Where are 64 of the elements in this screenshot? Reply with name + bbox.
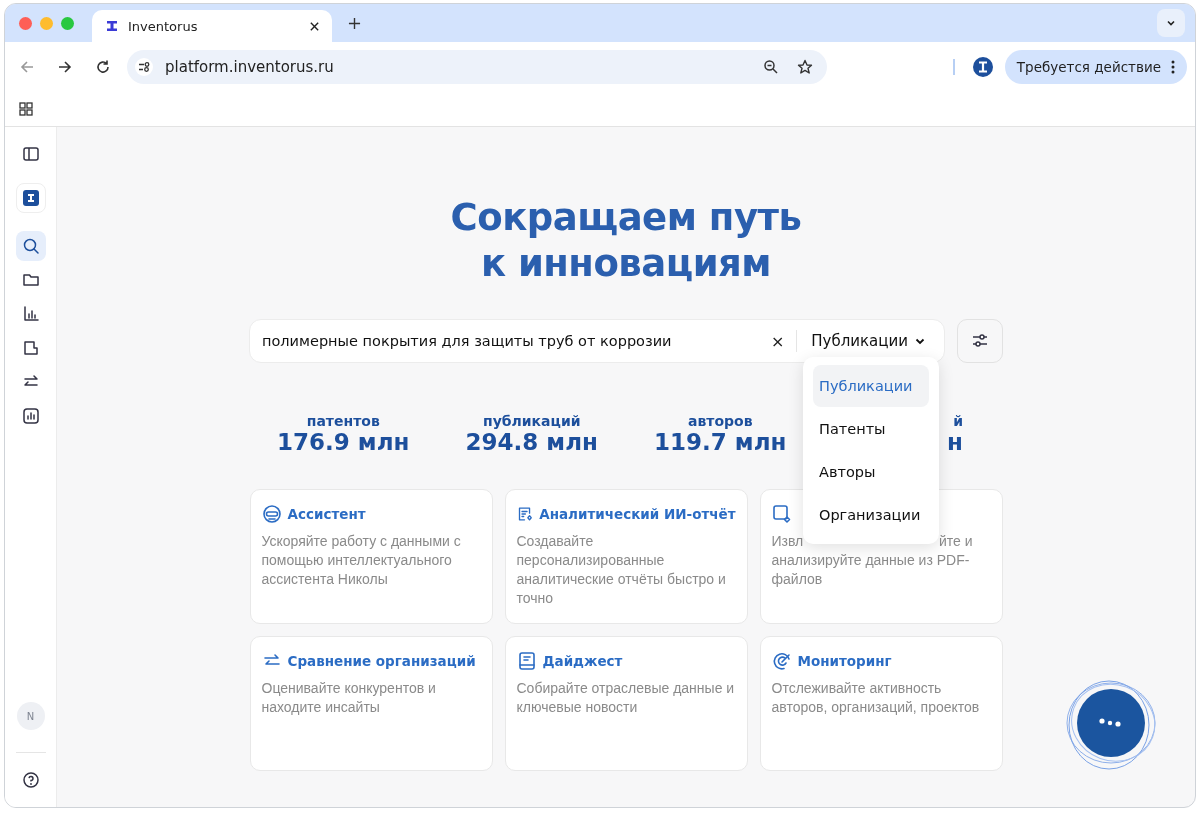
scope-dropdown[interactable]: Публикации — [803, 328, 934, 354]
book-icon — [516, 651, 537, 671]
card-description: Оценивайте конкурентов и находите инсайты — [261, 679, 437, 717]
stat-value: 176.9 млн — [277, 429, 410, 455]
back-icon[interactable] — [19, 59, 35, 75]
card-title: Сравнение организаций — [287, 653, 476, 669]
chart-square-icon — [21, 407, 40, 425]
sliders-icon — [971, 332, 989, 350]
app-logo-icon[interactable] — [15, 183, 46, 213]
stat-value: 294.8 млн — [465, 429, 598, 455]
document-list-icon — [516, 504, 534, 524]
stat-label: публикаций — [482, 413, 581, 429]
feature-card[interactable]: Дайджест Собирайте отраслевые данные и ключевые новости — [504, 636, 748, 771]
hero-title: к инновациям — [480, 241, 772, 287]
apps-grid-icon[interactable] — [19, 102, 33, 116]
new-tab-icon[interactable] — [348, 16, 361, 30]
document-icon — [21, 339, 40, 357]
reload-icon[interactable] — [95, 59, 111, 75]
menu-item[interactable]: Организации — [813, 494, 929, 536]
sidebar-toggle-icon[interactable] — [21, 145, 40, 163]
site-settings-icon[interactable] — [135, 58, 153, 76]
stat-value: н — [947, 429, 963, 455]
bar-chart-icon — [21, 305, 40, 323]
close-icon[interactable] — [309, 20, 320, 32]
card-title: Мониторинг — [797, 653, 892, 669]
search-field[interactable]: полимерные покрытия для защиты труб от коррозии × Публикации — [249, 319, 945, 363]
filter-button[interactable] — [957, 319, 1003, 363]
stat-label: патентов — [306, 413, 380, 429]
stat-label: авторов — [687, 413, 753, 429]
url-text: platform.inventorus.ru — [165, 58, 334, 76]
card-description: йте и — [938, 532, 973, 551]
feature-card[interactable]: Мониторинг Отслеживайте активность авторов, организаций, проектов — [759, 636, 1003, 771]
hero-title: Сокращаем путь — [450, 195, 802, 241]
card-description: Собирайте отраслевые данные и ключевые новости — [516, 679, 736, 717]
bookmark-star-icon[interactable] — [797, 59, 813, 75]
site-logo-icon — [104, 18, 120, 34]
card-description: Создавайте персонализированные аналитические отчёты быстро и точно — [516, 532, 727, 608]
forward-icon[interactable] — [57, 59, 73, 75]
zoom-icon[interactable] — [763, 59, 779, 75]
feature-card[interactable]: Сравнение организаций Оценивайте конкурентов и находите инсайты — [249, 636, 493, 771]
tab-title: Inventorus — [128, 18, 199, 34]
search-icon — [21, 237, 40, 255]
menu-item[interactable]: Патенты — [813, 408, 929, 450]
card-description: Отслеживайте активность авторов, организаций, проектов — [771, 679, 981, 717]
card-description: Извл — [771, 532, 804, 551]
clear-button[interactable]: × — [770, 331, 785, 351]
browser-tab[interactable]: Inventorus — [92, 10, 332, 42]
card-title: Дайджест — [542, 653, 623, 669]
feature-card[interactable]: Ассистент Ускоряйте работу с данными с помощью интеллектуального ассистента Николы — [249, 489, 493, 624]
card-title: Аналитический ИИ-отчёт — [539, 506, 736, 522]
stat-value: 119.7 млн — [654, 429, 787, 455]
card-description: анализируйте данные из PDF-файлов — [771, 551, 971, 589]
more-icon — [1171, 60, 1175, 74]
help-icon[interactable] — [21, 771, 40, 789]
folder-icon — [21, 271, 40, 289]
nav-button[interactable] — [15, 231, 46, 261]
address-bar[interactable]: platform.inventorus.ru — [127, 50, 827, 84]
feature-card[interactable]: Аналитический ИИ-отчёт Создавайте персонализированные аналитические отчёты быстро и точно — [504, 489, 748, 624]
extension-logo-icon[interactable] — [972, 57, 993, 77]
card-title: Ассистент — [287, 506, 366, 522]
stat-label: й — [953, 413, 963, 429]
action-required-button[interactable]: Требуется действие — [1004, 50, 1187, 84]
menu-item[interactable]: Публикации — [813, 365, 929, 407]
card-description: Ускоряйте работу с данными с помощью интеллектуального ассистента Николы — [261, 532, 462, 589]
